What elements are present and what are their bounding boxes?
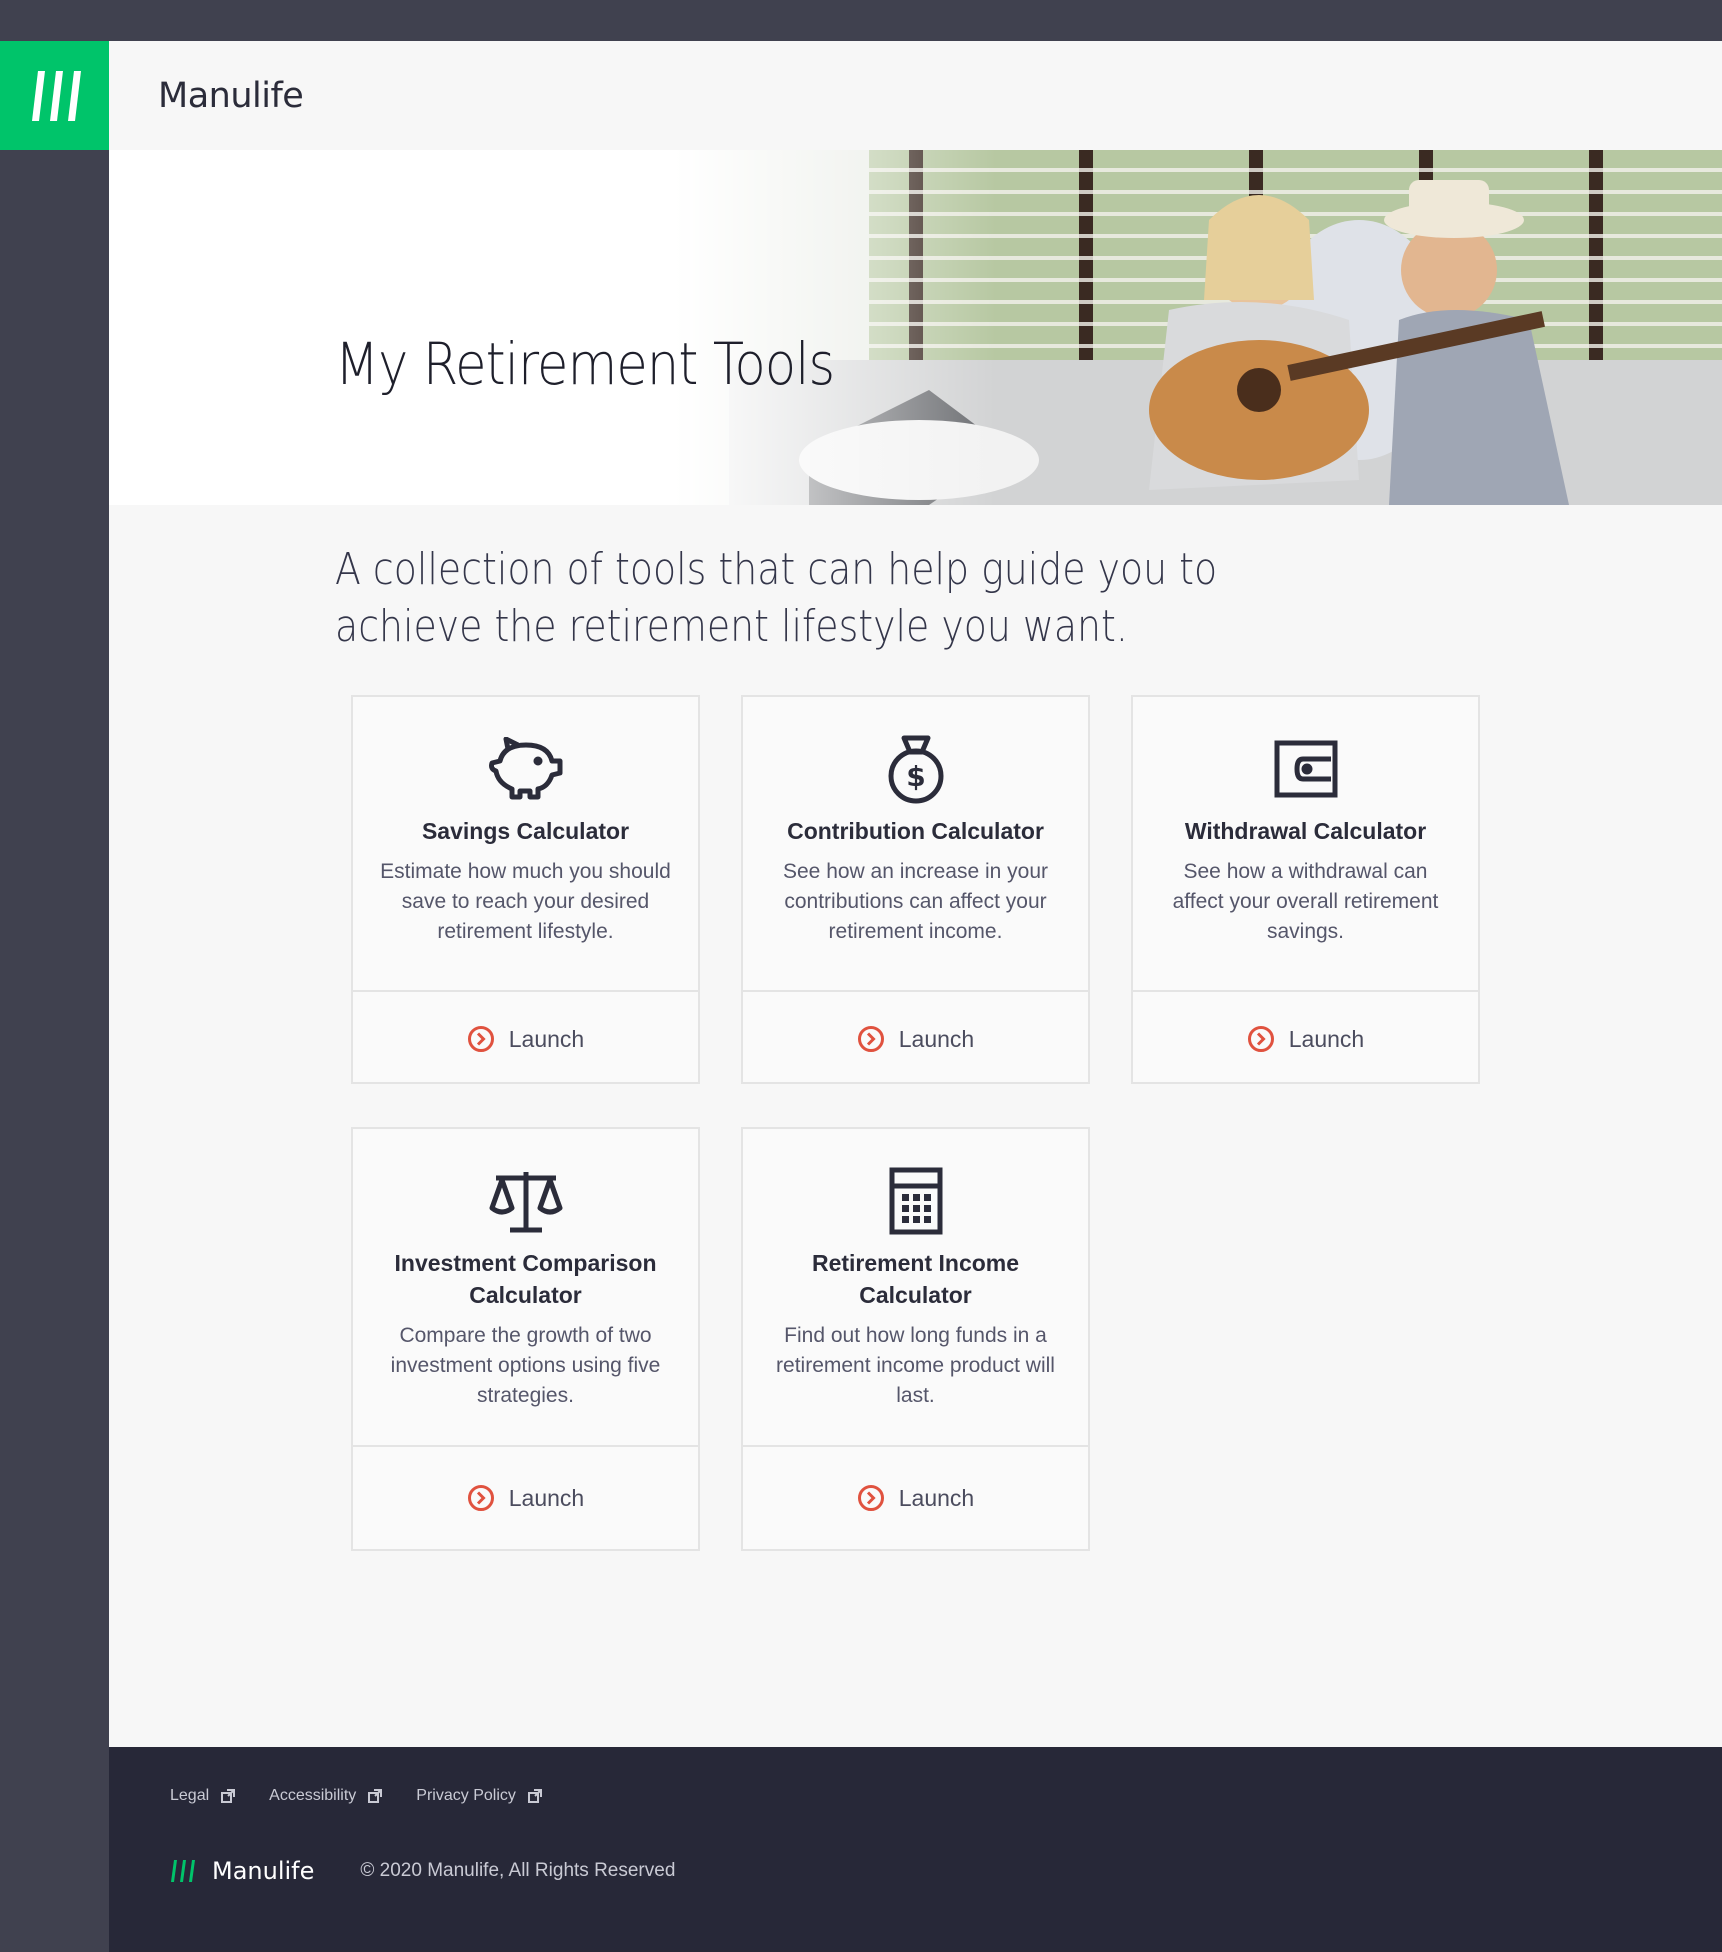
manulife-m-icon[interactable] — [170, 1859, 196, 1883]
launch-button[interactable]: Launch — [1133, 992, 1478, 1086]
tool-card-savings: Savings Calculator Estimate how much you… — [351, 695, 700, 1084]
launch-label: Launch — [898, 1025, 975, 1052]
footer-links: Legal Accessibility Privacy Policy — [170, 1787, 542, 1805]
chevron-right-circle-icon — [467, 1026, 494, 1052]
copyright-text: © 2020 Manulife, All Rights Reserved — [360, 1860, 676, 1881]
chevron-right-circle-icon — [857, 1485, 884, 1511]
scales-icon — [486, 1165, 566, 1237]
launch-label: Launch — [1288, 1025, 1365, 1052]
chevron-right-circle-icon — [857, 1026, 884, 1052]
money-bag-icon: $ — [876, 733, 956, 805]
tool-card-body: Investment Comparison Calculator Compare… — [353, 1129, 698, 1447]
tool-card-withdrawal: Withdrawal Calculator See how a withdraw… — [1131, 695, 1480, 1084]
footer-link-legal[interactable]: Legal — [170, 1787, 236, 1805]
footer-link-label: Privacy Policy — [416, 1787, 516, 1804]
main-content: Manulife My Retirement Tools A collectio… — [109, 41, 1722, 1747]
wallet-icon — [1266, 733, 1346, 805]
launch-button[interactable]: Launch — [743, 992, 1088, 1086]
footer-link-label: Legal — [170, 1787, 210, 1804]
calculator-icon — [876, 1165, 956, 1237]
brand-logo[interactable] — [0, 41, 109, 150]
tool-card-description: Compare the growth of two investment opt… — [390, 1324, 661, 1407]
tool-card-contribution: $ Contribution Calculator See how an inc… — [741, 695, 1090, 1084]
footer-link-privacy[interactable]: Privacy Policy — [416, 1787, 542, 1805]
footer-link-label: Accessibility — [269, 1787, 357, 1804]
tool-card-description: See how a withdrawal can affect your ove… — [1172, 860, 1439, 943]
tool-card-body: Savings Calculator Estimate how much you… — [353, 697, 698, 992]
launch-label: Launch — [508, 1025, 585, 1052]
top-bar — [0, 0, 1722, 41]
manulife-m-icon — [31, 70, 81, 121]
footer-wordmark: Manulife — [212, 1857, 315, 1885]
external-link-icon — [527, 1789, 542, 1803]
tool-card-body: Retirement Income Calculator Find out ho… — [743, 1129, 1088, 1447]
piggy-bank-icon — [486, 733, 566, 805]
chevron-right-circle-icon — [467, 1485, 494, 1511]
tool-card-title: Contribution Calculator — [787, 818, 1044, 844]
footer-link-accessibility[interactable]: Accessibility — [269, 1787, 383, 1805]
tool-card-title: Savings Calculator — [421, 818, 630, 844]
tool-card-title: Retirement Income Calculator — [811, 1250, 1020, 1308]
tool-card-title: Withdrawal Calculator — [1184, 818, 1427, 844]
launch-label: Launch — [898, 1484, 975, 1511]
tool-card-description: See how an increase in your contribution… — [783, 860, 1048, 943]
launch-button[interactable]: Launch — [353, 1447, 698, 1549]
footer: Legal Accessibility Privacy Policy Manul… — [109, 1747, 1722, 1952]
external-link-icon — [368, 1789, 383, 1803]
launch-button[interactable]: Launch — [743, 1447, 1088, 1549]
launch-label: Launch — [508, 1484, 585, 1511]
svg-text:$: $ — [906, 760, 925, 793]
tool-card-description: Find out how long funds in a retirement … — [776, 1324, 1055, 1407]
external-link-icon — [221, 1789, 236, 1803]
tool-card-body: Withdrawal Calculator See how a withdraw… — [1133, 697, 1478, 992]
tool-card-body: $ Contribution Calculator See how an inc… — [743, 697, 1088, 992]
chevron-right-circle-icon — [1247, 1026, 1274, 1052]
tool-card-retirement-income: Retirement Income Calculator Find out ho… — [741, 1127, 1090, 1551]
tool-card-title: Investment Comparison Calculator — [394, 1250, 657, 1308]
tool-cards: Savings Calculator Estimate how much you… — [109, 41, 1722, 1641]
tool-card-description: Estimate how much you should save to rea… — [380, 860, 671, 943]
footer-brand: Manulife © 2020 Manulife, All Rights Res… — [170, 1857, 675, 1885]
tool-card-investment-comparison: Investment Comparison Calculator Compare… — [351, 1127, 700, 1551]
launch-button[interactable]: Launch — [353, 992, 698, 1086]
side-bar — [0, 41, 109, 1952]
